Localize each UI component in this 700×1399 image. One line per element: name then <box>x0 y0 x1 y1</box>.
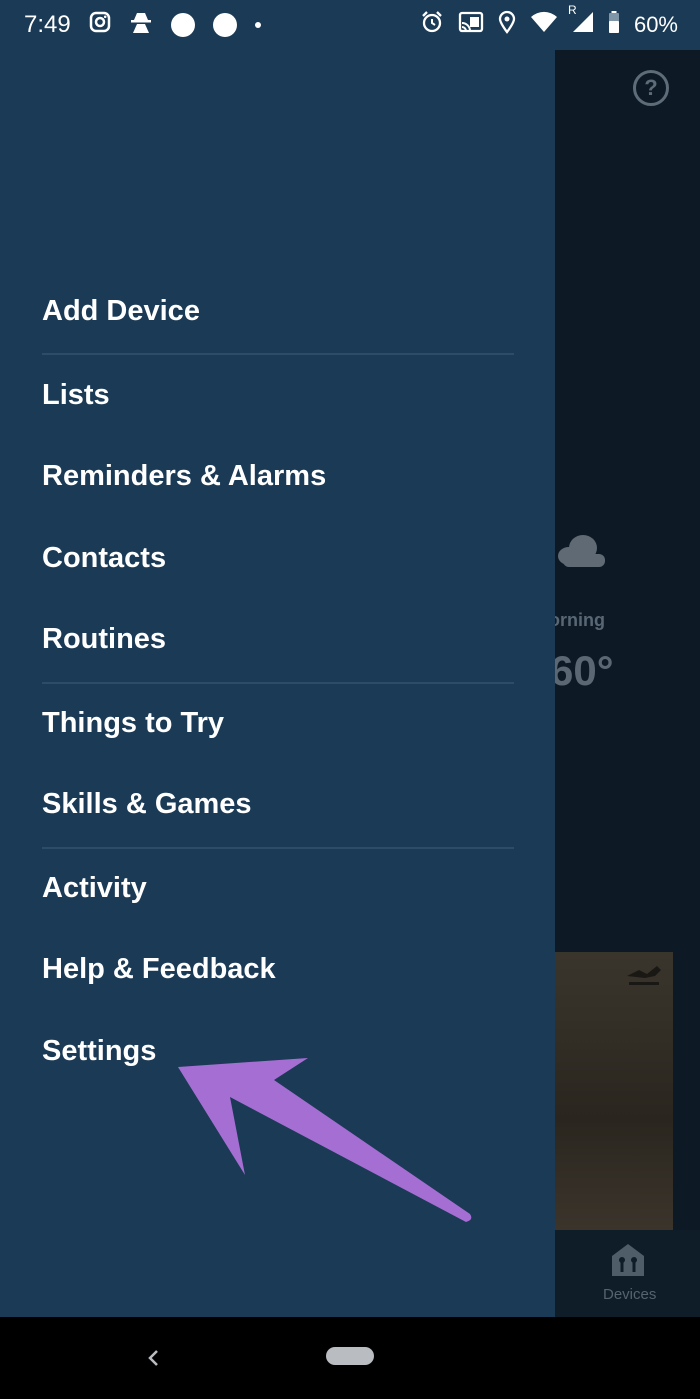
menu-item-lists[interactable]: Lists <box>42 379 110 412</box>
divider <box>42 682 514 684</box>
status-bar-right: R 60% <box>420 0 678 50</box>
promo-card[interactable] <box>555 952 673 1230</box>
background-app-content: ? orning 60° Devices <box>555 50 700 1317</box>
incognito-icon <box>129 10 153 41</box>
cloud-icon <box>555 530 605 570</box>
signal-icon: R <box>568 3 594 39</box>
home-button[interactable] <box>326 1347 374 1365</box>
circle-icon <box>170 13 195 37</box>
instagram-icon <box>89 11 111 40</box>
tab-devices[interactable]: Devices <box>555 1230 700 1317</box>
alarm-icon <box>420 10 444 40</box>
weather-time-label: orning <box>555 610 605 630</box>
menu-item-things-to-try[interactable]: Things to Try <box>42 707 224 740</box>
menu-item-contacts[interactable]: Contacts <box>42 542 166 575</box>
circle-icon <box>212 13 237 37</box>
devices-icon <box>610 1242 646 1278</box>
help-icon[interactable]: ? <box>633 70 669 106</box>
menu-item-help-feedback[interactable]: Help & Feedback <box>42 953 276 986</box>
menu-item-settings[interactable]: Settings <box>42 1035 156 1068</box>
cast-icon <box>458 11 484 39</box>
promo-card-image <box>555 952 673 1230</box>
location-icon <box>498 10 516 40</box>
status-bar: 7:49 R 60% <box>0 0 700 50</box>
android-nav-bar <box>0 1317 700 1399</box>
divider <box>42 847 514 849</box>
back-icon[interactable] <box>143 1343 163 1373</box>
battery-percent: 60% <box>633 12 678 37</box>
battery-icon <box>608 10 620 40</box>
tab-devices-label: Devices <box>603 1286 657 1303</box>
wifi-icon <box>530 11 558 39</box>
menu-item-reminders-alarms[interactable]: Reminders & Alarms <box>42 460 326 493</box>
status-bar-left: 7:49 <box>24 0 261 50</box>
weather-temperature: 60° <box>555 647 614 694</box>
menu-item-skills-games[interactable]: Skills & Games <box>42 788 252 821</box>
pointer-arrow-annotation <box>170 1050 490 1240</box>
roaming-indicator: R <box>567 3 577 17</box>
status-time: 7:49 <box>24 11 71 38</box>
menu-item-routines[interactable]: Routines <box>42 623 166 656</box>
menu-item-activity[interactable]: Activity <box>42 872 147 905</box>
menu-item-add-device[interactable]: Add Device <box>42 295 200 328</box>
divider <box>42 353 514 355</box>
dot-icon <box>254 22 261 28</box>
promo-logo-icon <box>625 962 665 988</box>
